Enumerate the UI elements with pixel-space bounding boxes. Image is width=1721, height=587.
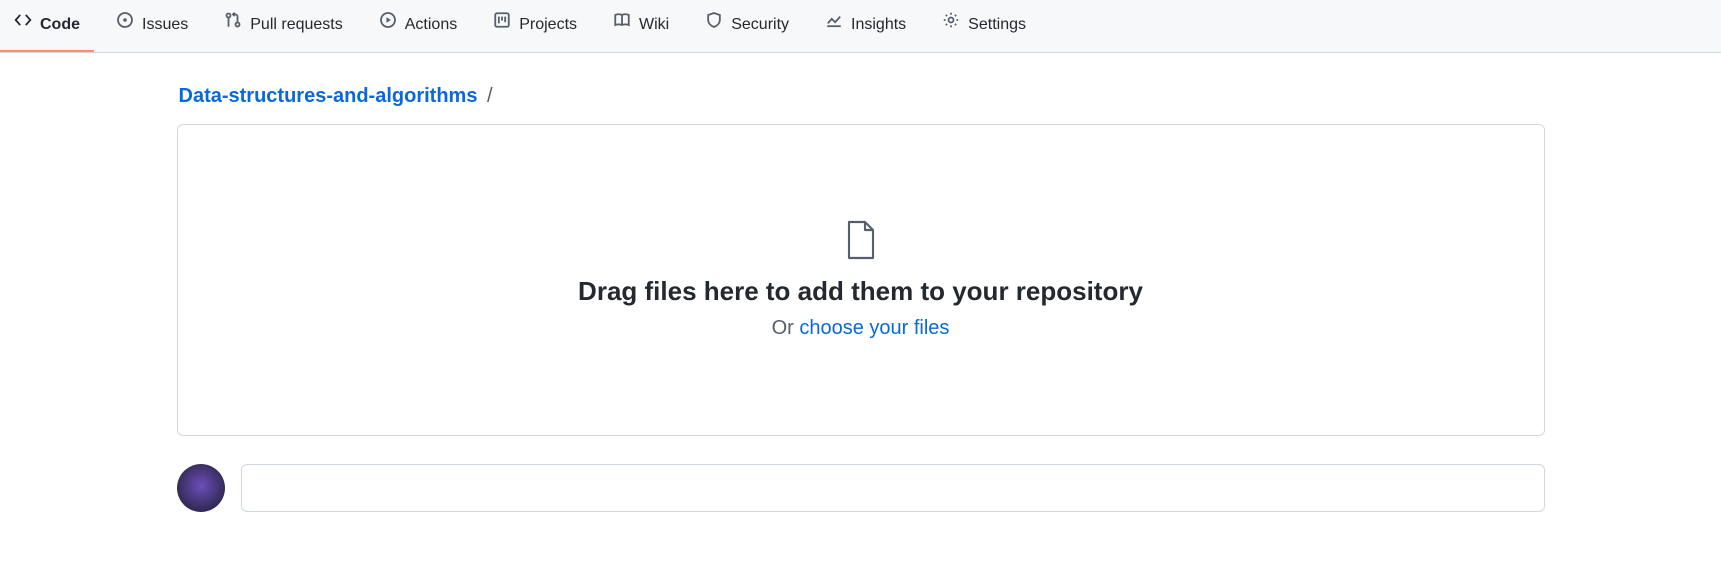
tab-label: Projects bbox=[519, 10, 577, 40]
main-container: Data-structures-and-algorithms / Drag fi… bbox=[161, 53, 1561, 552]
commit-row bbox=[177, 464, 1545, 512]
file-icon bbox=[845, 220, 877, 260]
book-icon bbox=[613, 10, 631, 40]
tab-wiki[interactable]: Wiki bbox=[599, 0, 683, 52]
issue-icon bbox=[116, 10, 134, 40]
shield-icon bbox=[705, 10, 723, 40]
code-icon bbox=[14, 10, 32, 40]
pull-request-icon bbox=[224, 10, 242, 40]
graph-icon bbox=[825, 10, 843, 40]
tab-label: Issues bbox=[142, 10, 188, 40]
breadcrumb-repo-link[interactable]: Data-structures-and-algorithms bbox=[179, 85, 478, 107]
tab-security[interactable]: Security bbox=[691, 0, 803, 52]
breadcrumb: Data-structures-and-algorithms / bbox=[177, 77, 1545, 124]
tab-insights[interactable]: Insights bbox=[811, 0, 920, 52]
tab-issues[interactable]: Issues bbox=[102, 0, 202, 52]
commit-form-box[interactable] bbox=[241, 464, 1545, 512]
tab-pull-requests[interactable]: Pull requests bbox=[210, 0, 357, 52]
tab-label: Settings bbox=[968, 10, 1026, 40]
tab-settings[interactable]: Settings bbox=[928, 0, 1040, 52]
gear-icon bbox=[942, 10, 960, 40]
project-icon bbox=[493, 10, 511, 40]
tab-label: Wiki bbox=[639, 10, 669, 40]
tab-actions[interactable]: Actions bbox=[365, 0, 471, 52]
play-icon bbox=[379, 10, 397, 40]
tab-label: Code bbox=[40, 10, 80, 40]
tab-label: Actions bbox=[405, 10, 457, 40]
dropzone-subtext: Or choose your files bbox=[772, 317, 950, 340]
dropzone-or-text: Or bbox=[772, 317, 800, 339]
repo-tabs: Code Issues Pull requests Actions bbox=[0, 0, 1721, 52]
repo-topbar: Code Issues Pull requests Actions bbox=[0, 0, 1721, 53]
upload-dropzone[interactable]: Drag files here to add them to your repo… bbox=[177, 124, 1545, 436]
tab-code[interactable]: Code bbox=[0, 0, 94, 52]
dropzone-heading: Drag files here to add them to your repo… bbox=[578, 276, 1143, 307]
choose-files-link[interactable]: choose your files bbox=[799, 317, 949, 339]
tab-label: Security bbox=[731, 10, 789, 40]
breadcrumb-separator: / bbox=[483, 85, 497, 107]
avatar[interactable] bbox=[177, 464, 225, 512]
tab-label: Pull requests bbox=[250, 10, 343, 40]
tab-label: Insights bbox=[851, 10, 906, 40]
tab-projects[interactable]: Projects bbox=[479, 0, 591, 52]
